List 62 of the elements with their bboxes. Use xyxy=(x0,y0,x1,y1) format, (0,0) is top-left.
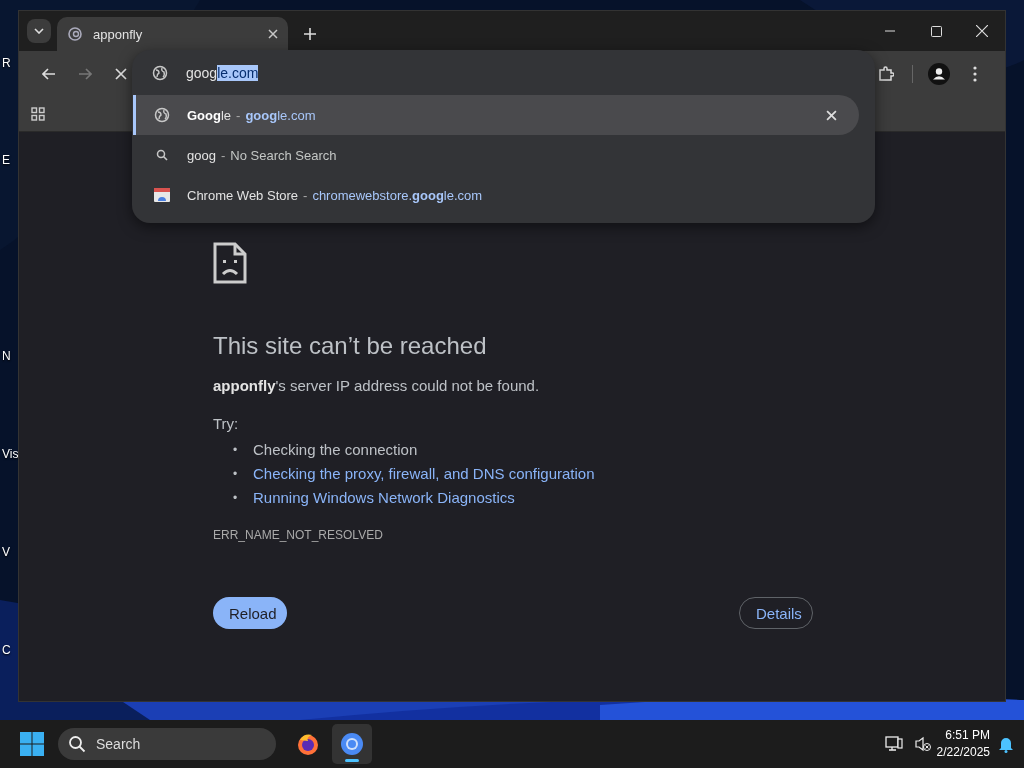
desktop-icon-label[interactable]: Vis xyxy=(2,447,18,461)
store-icon xyxy=(154,188,170,202)
tab-title: apponfly xyxy=(93,26,144,42)
desktop-icon-label[interactable]: E xyxy=(2,153,18,167)
clock[interactable]: 6:51 PM 2/22/2025 xyxy=(936,727,990,761)
apps-grid-icon[interactable] xyxy=(31,106,45,121)
firefox-icon xyxy=(296,732,320,756)
suggestion-detail: No Search Search xyxy=(230,147,337,163)
bell-icon[interactable] xyxy=(998,735,1014,753)
profile-icon[interactable] xyxy=(928,62,950,85)
site-icon xyxy=(67,26,83,42)
desktop-icon-label[interactable]: V xyxy=(2,545,18,559)
chevron-down-icon xyxy=(34,28,44,34)
stop-icon[interactable] xyxy=(115,67,127,80)
bullet: • xyxy=(233,490,239,507)
network-icon[interactable] xyxy=(884,736,903,752)
desktop-icon-label[interactable]: C xyxy=(2,643,18,657)
start-icon[interactable] xyxy=(20,732,44,756)
error-heading: This site can’t be reached xyxy=(213,332,488,360)
reload-button[interactable]: Reload xyxy=(213,597,287,629)
browser-tab[interactable]: apponfly xyxy=(57,17,288,51)
new-tab-icon[interactable] xyxy=(304,28,316,40)
tip-text: Checking the connection xyxy=(253,440,418,460)
separator-text: - xyxy=(236,107,241,123)
puzzle-icon[interactable] xyxy=(878,65,894,82)
search-icon xyxy=(156,149,168,161)
search-field[interactable]: Search xyxy=(58,728,276,760)
desktop-icon-label[interactable]: N xyxy=(2,349,18,363)
taskbar-app[interactable] xyxy=(332,724,372,764)
suggestion-item[interactable]: Google - google.com xyxy=(133,95,859,135)
maximize-icon[interactable] xyxy=(930,25,942,37)
suggestion-title: goog xyxy=(187,147,216,163)
chrome-icon xyxy=(340,732,364,756)
back-icon[interactable] xyxy=(42,67,56,80)
suggestion-item[interactable]: goog - No Search Search xyxy=(133,135,859,175)
address-field[interactable]: google.com xyxy=(186,62,259,83)
suggestion-title: Google xyxy=(187,107,232,123)
menu-icon[interactable] xyxy=(973,65,977,82)
separator-text: - xyxy=(220,147,226,163)
remove-icon[interactable] xyxy=(826,109,837,121)
bullet: • xyxy=(233,466,239,483)
tab-search-button[interactable] xyxy=(27,19,51,43)
close-icon[interactable] xyxy=(976,25,988,37)
separator-text: - xyxy=(303,187,308,203)
muted-speaker-icon[interactable] xyxy=(914,736,931,752)
error-code: ERR_NAME_NOT_RESOLVED xyxy=(213,528,384,542)
help-link[interactable]: Checking the proxy, firewall, and DNS configuration xyxy=(253,462,595,486)
desktop-icon-label[interactable]: R xyxy=(2,56,18,70)
suggestion-url: chromewebstore.google.com xyxy=(312,187,483,203)
suggestion-item[interactable]: Chrome Web Store - chromewebstore.google.com xyxy=(133,175,859,215)
suggestion-title: Chrome Web Store xyxy=(187,187,299,203)
help-link[interactable]: Running Windows Network Diagnostics xyxy=(253,486,515,510)
suggestion-url: google.com xyxy=(245,107,316,123)
globe-icon xyxy=(152,64,168,81)
globe-icon xyxy=(154,107,170,123)
bullet: • xyxy=(233,442,239,459)
close-icon[interactable] xyxy=(268,29,278,39)
error-message: apponfly's server IP address could not be found. xyxy=(213,377,541,394)
forward-icon xyxy=(78,67,92,80)
sad-page-icon xyxy=(213,242,247,284)
search-icon xyxy=(68,735,86,753)
try-label: Try: xyxy=(213,415,240,432)
